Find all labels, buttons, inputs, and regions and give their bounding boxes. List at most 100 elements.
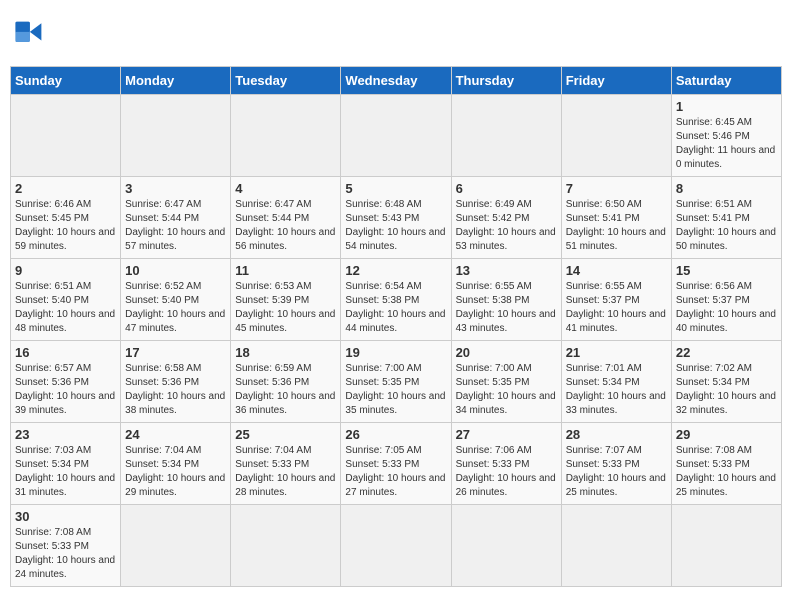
calendar-week-4: 23 Sunrise: 7:03 AM Sunset: 5:34 PM Dayli… xyxy=(11,423,782,505)
page-header xyxy=(10,10,782,58)
calendar-cell: 28Sunrise: 7:07 AM Sunset: 5:33 PM Dayli… xyxy=(561,423,671,505)
day-number: 6 xyxy=(456,181,557,196)
day-number: 13 xyxy=(456,263,557,278)
day-number: 19 xyxy=(345,345,446,360)
calendar-cell xyxy=(451,505,561,587)
calendar-cell: 5Sunrise: 6:48 AM Sunset: 5:43 PM Daylig… xyxy=(341,177,451,259)
day-info: Sunrise: 6:51 AM Sunset: 5:41 PM Dayligh… xyxy=(676,198,777,254)
day-info: Sunrise: 6:58 AM Sunset: 5:36 PM Dayligh… xyxy=(125,362,226,418)
day-header-friday: Friday xyxy=(561,67,671,95)
calendar-cell: 1Sunrise: 6:45 AM Sunset: 5:46 PM Daylig… xyxy=(671,95,781,177)
calendar-week-0: 1Sunrise: 6:45 AM Sunset: 5:46 PM Daylig… xyxy=(11,95,782,177)
calendar-week-1: 2 Sunrise: 6:46 AM Sunset: 5:45 PM Daylig… xyxy=(11,177,782,259)
day-info: Sunrise: 6:53 AM Sunset: 5:39 PM Dayligh… xyxy=(235,280,336,336)
day-number: 18 xyxy=(235,345,336,360)
day-info: Sunrise: 7:05 AM Sunset: 5:33 PM Dayligh… xyxy=(345,444,446,500)
day-info: Sunrise: 6:52 AM Sunset: 5:40 PM Dayligh… xyxy=(125,280,226,336)
calendar-header-row: SundayMondayTuesdayWednesdayThursdayFrid… xyxy=(11,67,782,95)
calendar-cell: 26 Sunrise: 7:05 AM Sunset: 5:33 PM Dayli… xyxy=(341,423,451,505)
calendar-cell: 27 Sunrise: 7:06 AM Sunset: 5:33 PM Dayli… xyxy=(451,423,561,505)
day-info: Sunrise: 7:03 AM Sunset: 5:34 PM Dayligh… xyxy=(15,444,116,500)
calendar-cell: 18 Sunrise: 6:59 AM Sunset: 5:36 PM Dayli… xyxy=(231,341,341,423)
calendar-cell: 24 Sunrise: 7:04 AM Sunset: 5:34 PM Dayli… xyxy=(121,423,231,505)
calendar-cell: 21 Sunrise: 7:01 AM Sunset: 5:34 PM Dayli… xyxy=(561,341,671,423)
day-info: Sunrise: 6:47 AM Sunset: 5:44 PM Dayligh… xyxy=(125,198,226,254)
calendar-cell: 10 Sunrise: 6:52 AM Sunset: 5:40 PM Dayli… xyxy=(121,259,231,341)
day-number: 23 xyxy=(15,427,116,442)
day-number: 12 xyxy=(345,263,446,278)
calendar-week-3: 16 Sunrise: 6:57 AM Sunset: 5:36 PM Dayli… xyxy=(11,341,782,423)
calendar-cell: 22 Sunrise: 7:02 AM Sunset: 5:34 PM Dayli… xyxy=(671,341,781,423)
calendar-cell xyxy=(121,95,231,177)
calendar-cell xyxy=(11,95,121,177)
calendar-cell: 30Sunrise: 7:08 AM Sunset: 5:33 PM Dayli… xyxy=(11,505,121,587)
day-header-sunday: Sunday xyxy=(11,67,121,95)
day-info: Sunrise: 7:04 AM Sunset: 5:34 PM Dayligh… xyxy=(125,444,226,500)
calendar-body: 1Sunrise: 6:45 AM Sunset: 5:46 PM Daylig… xyxy=(11,95,782,587)
calendar-table: SundayMondayTuesdayWednesdayThursdayFrid… xyxy=(10,66,782,587)
day-info: Sunrise: 7:07 AM Sunset: 5:33 PM Dayligh… xyxy=(566,444,667,500)
calendar-cell: 2 Sunrise: 6:46 AM Sunset: 5:45 PM Daylig… xyxy=(11,177,121,259)
calendar-week-5: 30Sunrise: 7:08 AM Sunset: 5:33 PM Dayli… xyxy=(11,505,782,587)
day-info: Sunrise: 6:59 AM Sunset: 5:36 PM Dayligh… xyxy=(235,362,336,418)
day-number: 15 xyxy=(676,263,777,278)
calendar-cell: 13 Sunrise: 6:55 AM Sunset: 5:38 PM Dayli… xyxy=(451,259,561,341)
calendar-cell: 29 Sunrise: 7:08 AM Sunset: 5:33 PM Dayli… xyxy=(671,423,781,505)
day-info: Sunrise: 7:04 AM Sunset: 5:33 PM Dayligh… xyxy=(235,444,336,500)
logo-icon xyxy=(14,16,50,52)
day-number: 5 xyxy=(345,181,446,196)
day-number: 2 xyxy=(15,181,116,196)
day-info: Sunrise: 6:54 AM Sunset: 5:38 PM Dayligh… xyxy=(345,280,446,336)
calendar-cell: 14Sunrise: 6:55 AM Sunset: 5:37 PM Dayli… xyxy=(561,259,671,341)
day-number: 29 xyxy=(676,427,777,442)
day-info: Sunrise: 6:51 AM Sunset: 5:40 PM Dayligh… xyxy=(15,280,116,336)
calendar-cell: 20Sunrise: 7:00 AM Sunset: 5:35 PM Dayli… xyxy=(451,341,561,423)
calendar-cell: 11 Sunrise: 6:53 AM Sunset: 5:39 PM Dayli… xyxy=(231,259,341,341)
day-number: 24 xyxy=(125,427,226,442)
calendar-cell xyxy=(451,95,561,177)
day-info: Sunrise: 7:00 AM Sunset: 5:35 PM Dayligh… xyxy=(456,362,557,418)
day-header-tuesday: Tuesday xyxy=(231,67,341,95)
day-info: Sunrise: 6:47 AM Sunset: 5:44 PM Dayligh… xyxy=(235,198,336,254)
day-info: Sunrise: 6:57 AM Sunset: 5:36 PM Dayligh… xyxy=(15,362,116,418)
day-number: 9 xyxy=(15,263,116,278)
calendar-cell: 23 Sunrise: 7:03 AM Sunset: 5:34 PM Dayli… xyxy=(11,423,121,505)
day-number: 10 xyxy=(125,263,226,278)
calendar-cell xyxy=(231,505,341,587)
calendar-cell: 3Sunrise: 6:47 AM Sunset: 5:44 PM Daylig… xyxy=(121,177,231,259)
day-number: 11 xyxy=(235,263,336,278)
day-info: Sunrise: 6:45 AM Sunset: 5:46 PM Dayligh… xyxy=(676,116,777,172)
calendar-cell: 4 Sunrise: 6:47 AM Sunset: 5:44 PM Daylig… xyxy=(231,177,341,259)
day-number: 25 xyxy=(235,427,336,442)
day-info: Sunrise: 6:55 AM Sunset: 5:37 PM Dayligh… xyxy=(566,280,667,336)
calendar-cell xyxy=(561,505,671,587)
calendar-cell: 9 Sunrise: 6:51 AM Sunset: 5:40 PM Daylig… xyxy=(11,259,121,341)
day-header-wednesday: Wednesday xyxy=(341,67,451,95)
day-info: Sunrise: 6:56 AM Sunset: 5:37 PM Dayligh… xyxy=(676,280,777,336)
calendar-cell: 15 Sunrise: 6:56 AM Sunset: 5:37 PM Dayli… xyxy=(671,259,781,341)
day-header-monday: Monday xyxy=(121,67,231,95)
day-number: 21 xyxy=(566,345,667,360)
calendar-cell: 8Sunrise: 6:51 AM Sunset: 5:41 PM Daylig… xyxy=(671,177,781,259)
day-number: 7 xyxy=(566,181,667,196)
day-header-thursday: Thursday xyxy=(451,67,561,95)
day-number: 17 xyxy=(125,345,226,360)
calendar-cell: 6Sunrise: 6:49 AM Sunset: 5:42 PM Daylig… xyxy=(451,177,561,259)
day-number: 22 xyxy=(676,345,777,360)
day-number: 26 xyxy=(345,427,446,442)
day-info: Sunrise: 7:06 AM Sunset: 5:33 PM Dayligh… xyxy=(456,444,557,500)
calendar-cell xyxy=(341,505,451,587)
day-info: Sunrise: 6:50 AM Sunset: 5:41 PM Dayligh… xyxy=(566,198,667,254)
day-info: Sunrise: 7:02 AM Sunset: 5:34 PM Dayligh… xyxy=(676,362,777,418)
day-number: 4 xyxy=(235,181,336,196)
day-info: Sunrise: 6:46 AM Sunset: 5:45 PM Dayligh… xyxy=(15,198,116,254)
calendar-cell xyxy=(671,505,781,587)
calendar-week-2: 9 Sunrise: 6:51 AM Sunset: 5:40 PM Daylig… xyxy=(11,259,782,341)
day-number: 16 xyxy=(15,345,116,360)
calendar-cell: 19Sunrise: 7:00 AM Sunset: 5:35 PM Dayli… xyxy=(341,341,451,423)
day-number: 30 xyxy=(15,509,116,524)
day-info: Sunrise: 7:01 AM Sunset: 5:34 PM Dayligh… xyxy=(566,362,667,418)
day-info: Sunrise: 6:55 AM Sunset: 5:38 PM Dayligh… xyxy=(456,280,557,336)
day-info: Sunrise: 7:08 AM Sunset: 5:33 PM Dayligh… xyxy=(676,444,777,500)
day-number: 27 xyxy=(456,427,557,442)
